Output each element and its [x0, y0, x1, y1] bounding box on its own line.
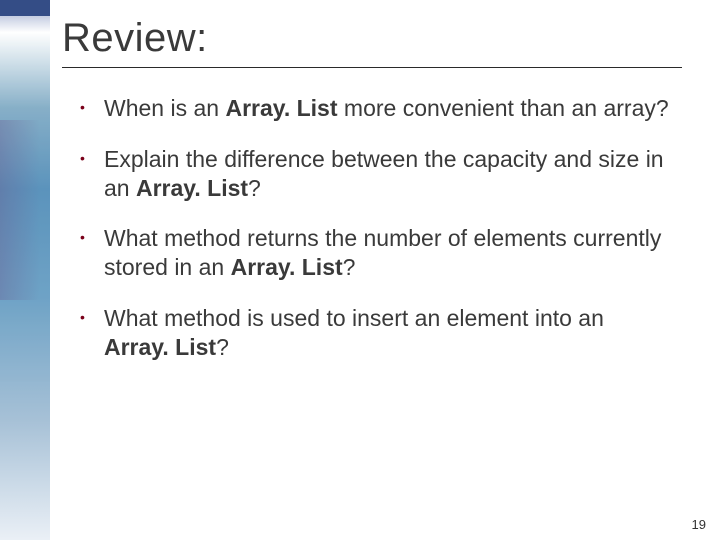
slide-content: Review: When is an Array. List more conv…	[62, 0, 720, 540]
bullet-text-post: ?	[216, 334, 229, 360]
term-arraylist: Array. List	[231, 254, 343, 280]
bullet-text-post: ?	[248, 175, 261, 201]
list-item: What method is used to insert an element…	[62, 304, 672, 362]
list-item: What method returns the number of elemen…	[62, 224, 672, 282]
bullet-text-pre: When is an	[104, 95, 225, 121]
decorative-sidebar	[0, 0, 50, 540]
bullet-text-post: more convenient than an array?	[338, 95, 669, 121]
title-underline	[62, 67, 682, 68]
bullet-text-post: ?	[343, 254, 356, 280]
bullet-text-pre: What method is used to insert an element…	[104, 305, 604, 331]
slide-title: Review:	[62, 16, 720, 61]
list-item: Explain the difference between the capac…	[62, 145, 672, 203]
bullet-list: When is an Array. List more convenient t…	[62, 94, 672, 361]
term-arraylist: Array. List	[104, 334, 216, 360]
term-arraylist: Array. List	[136, 175, 248, 201]
bullet-text-pre: What method returns the number of elemen…	[104, 225, 661, 280]
term-arraylist: Array. List	[225, 95, 337, 121]
page-number: 19	[692, 517, 706, 532]
list-item: When is an Array. List more convenient t…	[62, 94, 672, 123]
